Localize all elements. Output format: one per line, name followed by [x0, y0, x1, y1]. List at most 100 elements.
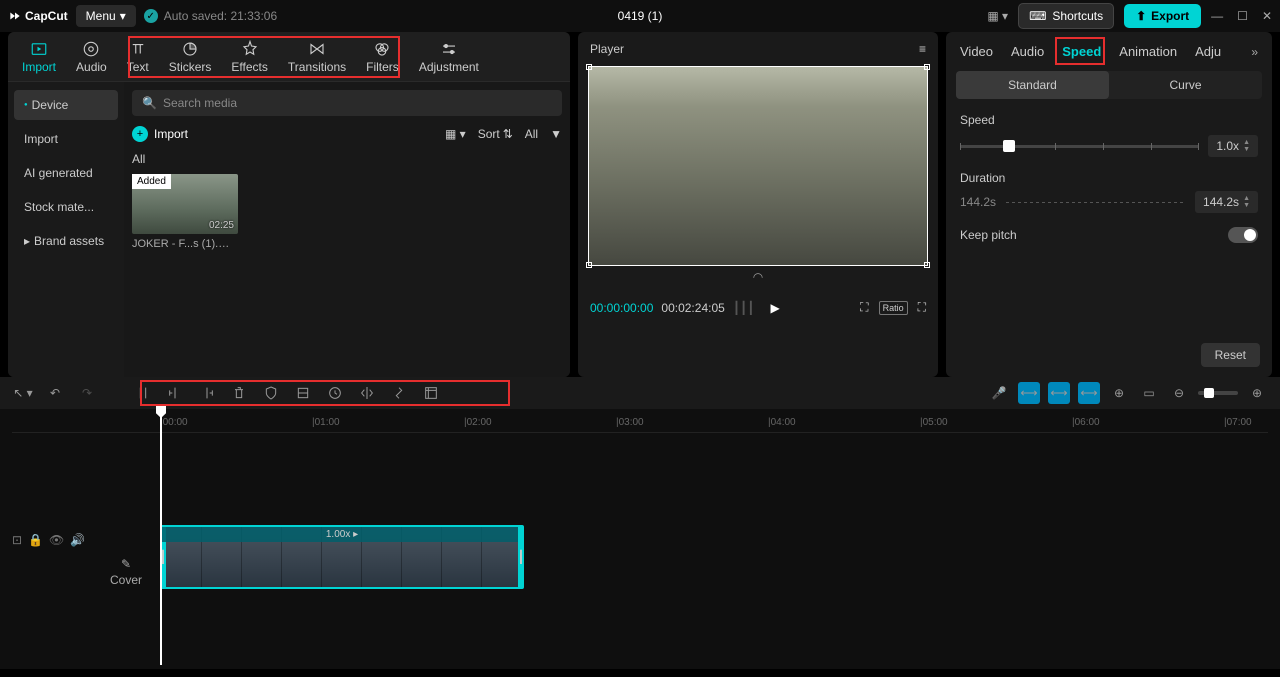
project-title: 0419 (1): [618, 9, 663, 23]
pointer-tool[interactable]: ↖ ▾: [12, 382, 34, 404]
thumb-duration: 02:25: [209, 220, 234, 231]
tab-stickers[interactable]: Stickers: [159, 34, 222, 80]
sound-icon[interactable]: 🔊: [70, 533, 85, 547]
mirror-tool[interactable]: [356, 382, 378, 404]
keep-pitch-toggle[interactable]: [1228, 227, 1258, 243]
magnet-icon[interactable]: ⊡: [12, 533, 22, 547]
play-button[interactable]: ▶: [771, 301, 780, 315]
tab-transitions[interactable]: Transitions: [278, 34, 356, 80]
zoom-in-icon[interactable]: ⊕: [1246, 382, 1268, 404]
import-button[interactable]: + Import: [132, 126, 188, 142]
video-clip[interactable]: ┃ 1.00x ▸ ┃: [160, 525, 524, 589]
toggle-3[interactable]: ⟷: [1078, 382, 1100, 404]
toggle-1[interactable]: ⟷: [1018, 382, 1040, 404]
lock-icon[interactable]: 🔒: [28, 533, 43, 547]
shield-tool[interactable]: [260, 382, 282, 404]
freeze-tool[interactable]: [420, 382, 442, 404]
mic-icon[interactable]: 🎤: [988, 382, 1010, 404]
redo-button[interactable]: ↷: [76, 382, 98, 404]
filter-all-button[interactable]: All: [525, 127, 538, 141]
tab-audio[interactable]: Audio: [66, 34, 117, 80]
duration-min: 144.2s: [960, 195, 996, 209]
sidebar-item-device[interactable]: ●Device: [14, 90, 118, 120]
plus-icon: +: [132, 126, 148, 142]
tab-text[interactable]: Text: [117, 34, 159, 80]
rotate-tool[interactable]: [388, 382, 410, 404]
check-icon: ✓: [144, 9, 158, 23]
player-panel: Player ≡ ◠ 00:00:00:00 00:02:24:05 ┃┃┃ ▶…: [578, 32, 938, 377]
tab-import[interactable]: Import: [12, 34, 66, 80]
ratio-button[interactable]: Ratio: [879, 301, 908, 315]
shortcuts-button[interactable]: ⌨ Shortcuts: [1018, 3, 1114, 29]
export-button[interactable]: ⬆ Export: [1124, 4, 1201, 28]
split-right-tool[interactable]: [196, 382, 218, 404]
align-icon[interactable]: ⊕: [1108, 382, 1130, 404]
zoom-slider[interactable]: [1198, 391, 1238, 395]
player-viewport[interactable]: [588, 66, 928, 266]
search-icon: 🔍: [142, 96, 157, 110]
timeline-toolbar: ↖ ▾ ↶ ↷ 🎤 ⟷ ⟷ ⟷ ⊕ ▭ ⊖ ⊕: [0, 377, 1280, 409]
keep-pitch-label: Keep pitch: [960, 228, 1017, 242]
insp-tab-animation[interactable]: Animation: [1119, 44, 1177, 59]
layout-icon[interactable]: ▦ ▾: [987, 9, 1008, 23]
cover-button[interactable]: ✎ Cover: [110, 557, 142, 587]
duration-slider[interactable]: [1006, 202, 1185, 203]
view-grid-button[interactable]: ▦ ▾: [445, 127, 466, 141]
half-circle-icon: ◠: [578, 270, 938, 284]
insp-tab-video[interactable]: Video: [960, 44, 993, 59]
duration-label: Duration: [960, 171, 1258, 185]
speed-value[interactable]: 1.0x ▲▼: [1208, 135, 1258, 157]
speed-slider[interactable]: [960, 145, 1198, 148]
sidebar-item-brand-assets[interactable]: ▸Brand assets: [14, 226, 118, 256]
menu-icon[interactable]: ≡: [919, 42, 926, 56]
eye-icon[interactable]: 👁: [49, 533, 64, 547]
playhead[interactable]: [160, 412, 162, 665]
menu-button[interactable]: Menu ▾: [76, 5, 136, 27]
sidebar-item-ai-generated[interactable]: AI generated: [14, 158, 118, 188]
lines-icon: ┃┃┃: [733, 301, 755, 315]
delete-tool[interactable]: [228, 382, 250, 404]
focus-icon[interactable]: ⛶: [860, 300, 868, 315]
zoom-out-icon[interactable]: ⊖: [1168, 382, 1190, 404]
inspector-panel: Video Audio Speed Animation Adju » Stand…: [946, 32, 1272, 377]
reverse-tool[interactable]: [324, 382, 346, 404]
section-all-label: All: [132, 152, 562, 166]
keyboard-icon: ⌨: [1029, 9, 1046, 23]
reset-button[interactable]: Reset: [1201, 343, 1260, 367]
clip-handle-right[interactable]: ┃: [518, 527, 524, 587]
toggle-2[interactable]: ⟷: [1048, 382, 1070, 404]
maximize-button[interactable]: ☐: [1237, 9, 1248, 23]
insp-tab-adjust[interactable]: Adju: [1195, 44, 1221, 59]
track-area[interactable]: ┃ 1.00x ▸ ┃: [142, 433, 1268, 669]
media-thumbnail[interactable]: Added 02:25 JOKER - F...s (1).mp4: [132, 174, 238, 250]
undo-button[interactable]: ↶: [44, 382, 66, 404]
tab-filters[interactable]: Filters: [356, 34, 409, 80]
chevron-right-icon[interactable]: »: [1251, 45, 1258, 59]
minimize-button[interactable]: —: [1211, 9, 1223, 23]
insp-tab-audio[interactable]: Audio: [1011, 44, 1044, 59]
crop-tool[interactable]: [292, 382, 314, 404]
search-input[interactable]: 🔍 Search media: [132, 90, 562, 116]
insp-tab-speed[interactable]: Speed: [1062, 44, 1101, 59]
sort-button[interactable]: Sort ⇅: [478, 127, 513, 141]
timeline: ↖ ▾ ↶ ↷ 🎤 ⟷ ⟷ ⟷ ⊕ ▭ ⊖ ⊕ |00:00 |01:00 |0…: [0, 377, 1280, 669]
chevron-right-icon: ▸: [24, 234, 30, 248]
split-left-tool[interactable]: [164, 382, 186, 404]
timeline-ruler[interactable]: |00:00 |01:00 |02:00 |03:00 |04:00 |05:0…: [12, 409, 1268, 433]
media-area: 🔍 Search media + Import ▦ ▾ Sort ⇅ All ▼: [124, 82, 570, 377]
preview-icon[interactable]: ▭: [1138, 382, 1160, 404]
subtab-standard[interactable]: Standard: [956, 71, 1109, 99]
tab-effects[interactable]: Effects: [221, 34, 277, 80]
subtab-curve[interactable]: Curve: [1109, 71, 1262, 99]
app-logo: CapCut: [8, 9, 68, 23]
fullscreen-icon[interactable]: ⛶: [918, 300, 926, 315]
sidebar-item-import[interactable]: Import: [14, 124, 118, 154]
thumb-filename: JOKER - F...s (1).mp4: [132, 238, 238, 250]
close-button[interactable]: ✕: [1262, 9, 1272, 23]
tab-adjustment[interactable]: Adjustment: [409, 34, 489, 80]
filter-icon[interactable]: ▼: [550, 127, 562, 141]
duration-value[interactable]: 144.2s ▲▼: [1195, 191, 1258, 213]
added-badge: Added: [132, 174, 171, 189]
sidebar-item-stock[interactable]: Stock mate...: [14, 192, 118, 222]
split-tool[interactable]: [132, 382, 154, 404]
